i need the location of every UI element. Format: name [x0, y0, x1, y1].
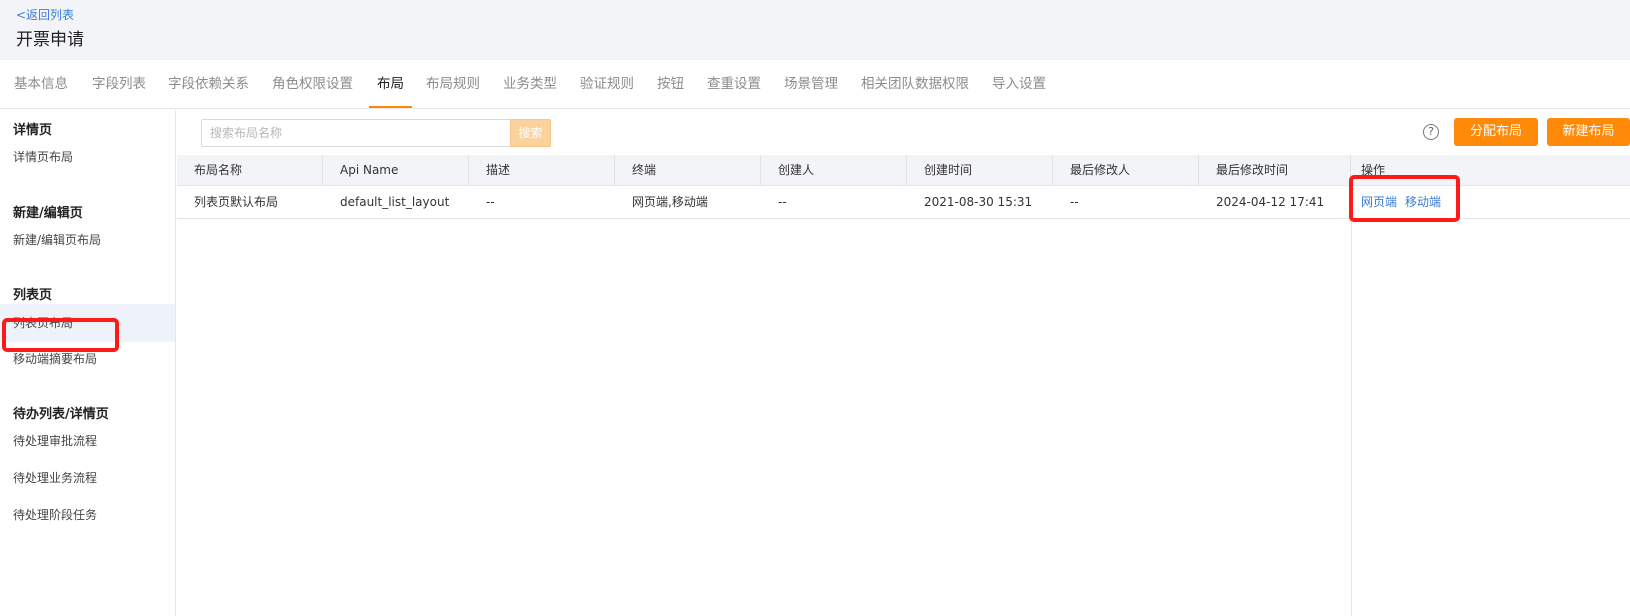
sidebar-item-list-layout[interactable]: 列表页布局 — [0, 304, 175, 342]
sidebar-heading-detail: 详情页 — [13, 123, 53, 138]
tab-role-permissions[interactable]: 角色权限设置 — [272, 60, 353, 108]
cell-description: -- — [486, 195, 495, 209]
page-header: <返回列表 开票申请 — [0, 0, 1630, 60]
cell-layout-name: 列表页默认布局 — [194, 195, 279, 209]
layout-sidebar: 详情页 详情页布局 新建/编辑页 新建/编辑页布局 列表页 列表页布局 移动端摘… — [0, 110, 176, 616]
column-header-actions: 操作 — [1361, 163, 1386, 177]
sidebar-heading-create-edit: 新建/编辑页 — [13, 206, 83, 221]
sidebar-item-mobile-summary-layout[interactable]: 移动端摘要布局 — [0, 340, 175, 378]
tab-validation-rules[interactable]: 验证规则 — [580, 60, 634, 108]
tab-team-data-permissions[interactable]: 相关团队数据权限 — [861, 60, 969, 108]
cell-last-modifier: -- — [1070, 195, 1079, 209]
tab-buttons[interactable]: 按钮 — [657, 60, 684, 108]
tab-basic-info[interactable]: 基本信息 — [14, 60, 68, 108]
column-header-creator[interactable]: 创建人 — [761, 155, 907, 186]
sidebar-item-pending-stage-task[interactable]: 待处理阶段任务 — [0, 496, 175, 534]
sidebar-item-pending-approval[interactable]: 待处理审批流程 — [0, 422, 175, 460]
column-header-last-modifier[interactable]: 最后修改人 — [1053, 155, 1199, 186]
cell-created-time: 2021-08-30 15:31 — [924, 195, 1033, 209]
cell-terminal: 网页端,移动端 — [632, 195, 708, 209]
search-input[interactable] — [201, 119, 511, 147]
table-header: 布局名称 Api Name 描述 终端 创建人 创建时间 最后修改人 最后修改时… — [177, 155, 1630, 186]
column-header-terminal[interactable]: 终端 — [615, 155, 761, 186]
back-to-list-link[interactable]: <返回列表 — [16, 6, 74, 23]
cell-last-modified-time: 2024-04-12 17:41 — [1216, 195, 1325, 209]
assign-layout-button[interactable]: 分配布局 — [1454, 118, 1538, 146]
sidebar-heading-list: 列表页 — [13, 288, 53, 303]
tab-layout[interactable]: 布局 — [369, 60, 412, 108]
tab-bar: 基本信息 字段列表 字段依赖关系 角色权限设置 布局 布局规则 业务类型 验证规… — [0, 60, 1630, 109]
column-header-layout-name[interactable]: 布局名称 — [177, 155, 323, 186]
edit-web-layout-link[interactable]: 网页端 — [1361, 195, 1397, 209]
tab-field-list[interactable]: 字段列表 — [92, 60, 146, 108]
sidebar-item-create-edit-layout[interactable]: 新建/编辑页布局 — [0, 221, 175, 259]
help-icon[interactable]: ? — [1423, 124, 1439, 140]
tab-field-dependency[interactable]: 字段依赖关系 — [168, 60, 249, 108]
sidebar-heading-todo: 待办列表/详情页 — [13, 407, 109, 422]
tab-duplicate-check[interactable]: 查重设置 — [707, 60, 761, 108]
search-bar: 搜索 — [201, 119, 551, 147]
column-header-api-name[interactable]: Api Name — [323, 155, 469, 186]
cell-api-name: default_list_layout — [340, 195, 450, 209]
column-header-created-time[interactable]: 创建时间 — [907, 155, 1053, 186]
tab-business-type[interactable]: 业务类型 — [503, 60, 557, 108]
tab-import-settings[interactable]: 导入设置 — [992, 60, 1046, 108]
actions-column-divider — [1351, 186, 1352, 616]
table-row: 列表页默认布局 default_list_layout -- 网页端,移动端 -… — [177, 186, 1630, 219]
cell-actions: 网页端 移动端 — [1351, 186, 1449, 219]
tab-layout-rules[interactable]: 布局规则 — [426, 60, 480, 108]
tab-scene-management[interactable]: 场景管理 — [784, 60, 838, 108]
new-layout-button[interactable]: 新建布局 — [1547, 118, 1630, 146]
edit-mobile-layout-link[interactable]: 移动端 — [1405, 195, 1441, 209]
sidebar-item-pending-business-flow[interactable]: 待处理业务流程 — [0, 459, 175, 497]
cell-creator: -- — [778, 195, 787, 209]
search-button[interactable]: 搜索 — [510, 119, 551, 147]
sidebar-item-detail-layout[interactable]: 详情页布局 — [0, 138, 175, 176]
column-header-last-modified-time[interactable]: 最后修改时间 — [1199, 155, 1351, 186]
page-title: 开票申请 — [16, 30, 84, 50]
column-header-description[interactable]: 描述 — [469, 155, 615, 186]
